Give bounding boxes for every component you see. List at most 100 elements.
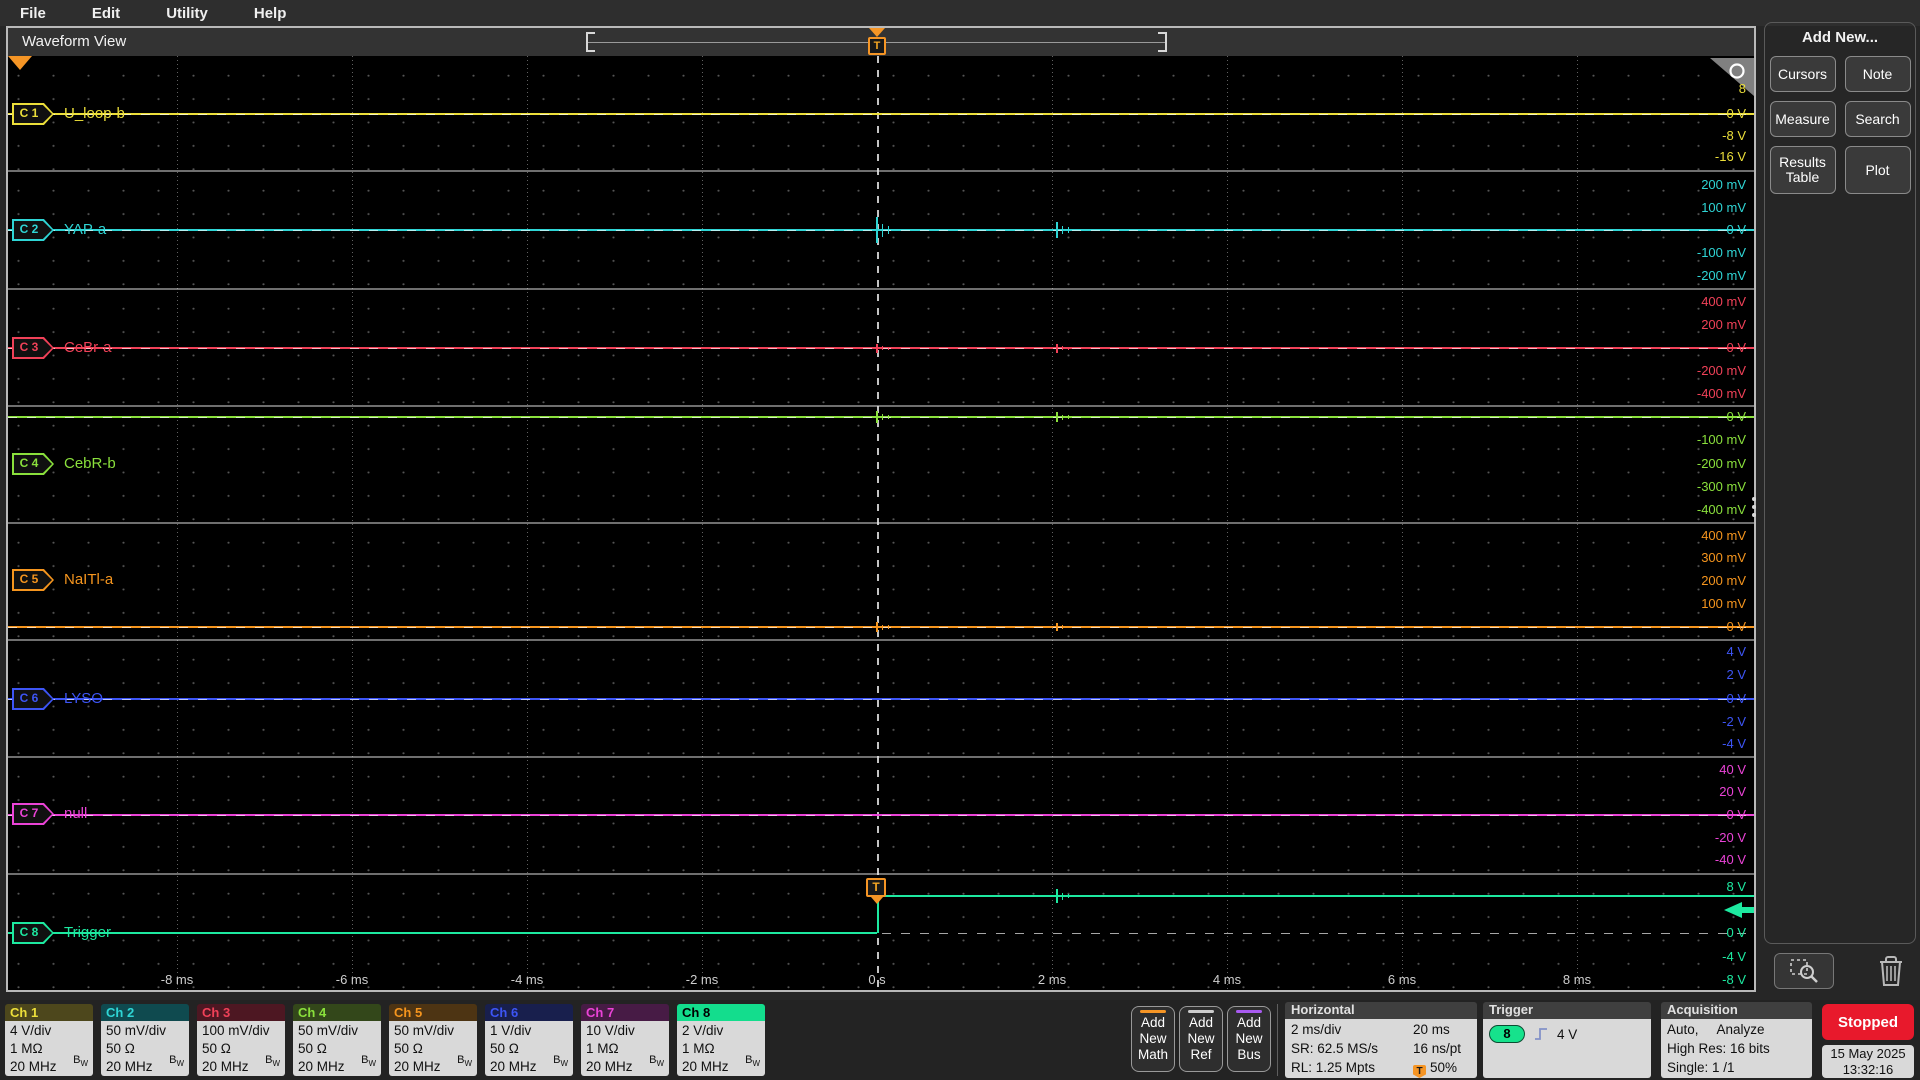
cursors-button[interactable]: Cursors (1769, 56, 1836, 92)
scale-label: 400 mV (1701, 528, 1746, 543)
noise-burst (1068, 625, 1069, 629)
channel-badge-label: C 4 (19, 456, 39, 470)
scale-label: -400 mV (1696, 386, 1746, 401)
channel-badge-title: Ch 2 (101, 1004, 189, 1021)
scale-label: 0 V (1726, 222, 1746, 237)
scale-label: -40 V (1714, 852, 1746, 867)
trigger-panel[interactable]: Trigger 8 4 V (1483, 1002, 1651, 1078)
bottom-channel-badge-1[interactable]: Ch 14 V/div 1 MΩ 20 MHz BW (5, 1004, 93, 1076)
scale-label: 8 V (1726, 879, 1746, 894)
scale-label: -20 V (1714, 830, 1746, 845)
bandwidth-limit-icon: BW (457, 1053, 472, 1068)
scale-label: 0 V (1726, 340, 1746, 355)
vertical-scale: 100 mV/div (202, 1023, 270, 1038)
scale-label: -4 V (1722, 949, 1746, 964)
menu-help[interactable]: Help (254, 5, 287, 22)
vertical-scale: 50 mV/div (394, 1023, 455, 1038)
horizontal-panel[interactable]: Horizontal 2 ms/div 20 ms SR: 62.5 MS/s … (1285, 1002, 1477, 1078)
bottom-channel-badge-3[interactable]: Ch 3 100 mV/div 50 Ω 20 MHz BW (197, 1004, 285, 1076)
measure-button[interactable]: Measure (1769, 101, 1836, 137)
scale-label: 0 V (1726, 925, 1746, 940)
bandwidth-limit-icon: BW (361, 1053, 376, 1068)
run-stop-button[interactable]: Stopped (1822, 1004, 1914, 1040)
acquisition-panel[interactable]: Acquisition Auto, Analyze High Res: 16 b… (1661, 1002, 1812, 1078)
note-button[interactable]: Note (1844, 56, 1911, 92)
noise-burst (1062, 226, 1063, 234)
results-table-button[interactable]: Results Table (1769, 146, 1836, 194)
add-new-panel: Add New... Cursors Note Measure Search Resul… (1764, 22, 1916, 944)
bandwidth-limit-icon: BW (553, 1053, 568, 1068)
bottom-channel-badge-8[interactable]: Ch 82 V/div 1 MΩ 20 MHz BW (677, 1004, 765, 1076)
panel-resize-handle[interactable] (1752, 497, 1756, 517)
zoom-mode-button[interactable] (1774, 953, 1834, 989)
bottom-channel-badge-4[interactable]: Ch 4 50 mV/div 50 Ω 20 MHz BW (293, 1004, 381, 1076)
datetime-display: 15 May 2025 13:32:16 (1822, 1045, 1914, 1078)
bottom-channel-badge-2[interactable]: Ch 2 50 mV/div 50 Ω 20 MHz BW (101, 1004, 189, 1076)
rising-edge-icon (1535, 1028, 1547, 1040)
channel-slice-4 (8, 406, 1754, 523)
vertical-scale: 4 V/div (10, 1023, 52, 1038)
record-duration: 20 ms (1413, 1022, 1450, 1037)
channel-badge-label: C 3 (19, 340, 39, 354)
waveform-view-header: Waveform View T (8, 28, 1754, 56)
noise-burst (882, 223, 883, 237)
scale-label: 300 mV (1701, 550, 1746, 565)
acquisition-resolution: High Res: 16 bits (1667, 1041, 1770, 1056)
channel-badge-settings: 100 mV/div 50 Ω 20 MHz BW (197, 1021, 285, 1076)
bandwidth-limit-icon: BW (73, 1053, 88, 1068)
trigger-position-line (877, 56, 879, 990)
channel-badge-label: C 2 (19, 222, 39, 236)
time-axis-label: 4 ms (1212, 972, 1242, 987)
scale-label: -200 mV (1696, 456, 1746, 471)
noise-burst (1062, 892, 1063, 900)
menu-file[interactable]: File (20, 5, 46, 22)
slice-separator (8, 170, 1754, 172)
scale-label: 8 (1738, 81, 1746, 96)
channel-badge-settings: 10 V/div 1 MΩ 20 MHz BW (581, 1021, 669, 1076)
bottom-bar: Horizontal 2 ms/div 20 ms SR: 62.5 MS/s … (0, 1000, 1920, 1080)
menu-edit[interactable]: Edit (92, 5, 120, 22)
grid-division-line (1577, 56, 1578, 990)
channel-badge-settings: 4 V/div 1 MΩ 20 MHz BW (5, 1021, 93, 1076)
record-length: RL: 1.25 Mpts (1291, 1060, 1376, 1075)
trigger-position-arrow-icon[interactable] (869, 28, 885, 37)
zero-reference-line (8, 417, 1754, 418)
channel-badge-title: Ch 6 (485, 1004, 573, 1021)
waveform-view-tab[interactable]: Waveform View (22, 33, 126, 50)
add-new-bus-button[interactable]: Add New Bus (1227, 1006, 1271, 1072)
add-button-label: New (1235, 1031, 1263, 1046)
trigger-level-arrow-icon[interactable] (1724, 902, 1754, 918)
channel-badge-settings: 50 mV/div 50 Ω 20 MHz BW (293, 1021, 381, 1076)
add-new-math-button[interactable]: Add New Math (1131, 1006, 1175, 1072)
vertical-scale: 2 V/div (682, 1023, 724, 1038)
scale-label: 4 V (1726, 644, 1746, 659)
add-new-ref-button[interactable]: Add New Ref (1179, 1006, 1223, 1072)
acquisition-panel-title: Acquisition (1661, 1002, 1812, 1019)
noise-burst (1056, 623, 1058, 631)
bottom-channel-badge-5[interactable]: Ch 5 50 mV/div 50 Ω 20 MHz BW (389, 1004, 477, 1076)
record-overview-left-bracket[interactable] (586, 32, 595, 52)
waveform-plot: 8 0 V -8 V -16 V C 1 U_loop-b 200 mV 100 mV 0 V -… (8, 56, 1754, 990)
plot-button[interactable]: Plot (1844, 146, 1911, 194)
noise-burst (1056, 412, 1058, 422)
bottom-channel-badge-7[interactable]: Ch 7 10 V/div 1 MΩ 20 MHz BW (581, 1004, 669, 1076)
time-axis-label: -6 ms (335, 972, 369, 987)
accent-line (1188, 1010, 1214, 1013)
scale-label: -2 V (1722, 714, 1746, 729)
date: 15 May 2025 (1830, 1046, 1906, 1061)
record-overview-right-bracket[interactable] (1158, 32, 1167, 52)
sample-rate: SR: 62.5 MS/s (1291, 1041, 1379, 1056)
trash-icon[interactable] (1876, 954, 1906, 988)
bottom-channel-badge-6[interactable]: Ch 61 V/div 50 Ω 20 MHz BW (485, 1004, 573, 1076)
trigger-position-flag-icon[interactable]: T (868, 37, 886, 55)
channel-badge-title: Ch 1 (5, 1004, 93, 1021)
time-axis-label: 0 s (868, 972, 886, 987)
channel-name-CeBr-a: CeBr-a (64, 339, 112, 356)
search-button[interactable]: Search (1844, 101, 1911, 137)
trigger-point-flag-tail (871, 897, 883, 904)
channel-badge-label: C 6 (19, 691, 39, 705)
trigger-point-flag-icon[interactable]: T (866, 878, 886, 897)
menu-utility[interactable]: Utility (166, 5, 208, 22)
waveform-trace-high (877, 895, 1754, 897)
channel-badge-title: Ch 8 (677, 1004, 765, 1021)
